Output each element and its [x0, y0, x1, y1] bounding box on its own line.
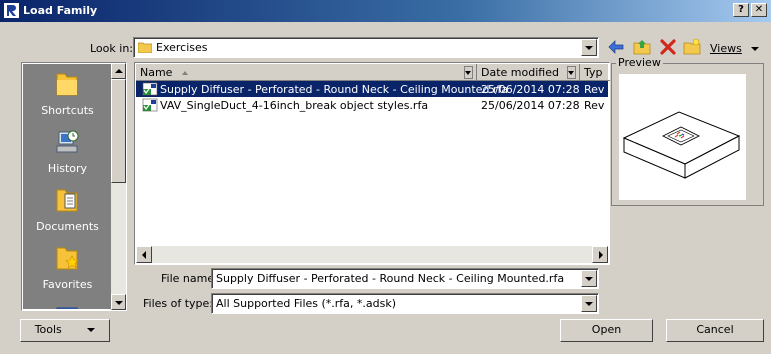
cancel-button[interactable]: Cancel	[666, 319, 764, 342]
revit-family-file-icon	[142, 82, 158, 96]
scroll-thumb[interactable]	[111, 79, 126, 183]
places-bar[interactable]: Shortcuts History Documents Favorites	[21, 62, 127, 311]
title-bar[interactable]	[0, 0, 771, 22]
tools-button[interactable]: Tools	[20, 319, 110, 342]
desktop-icon	[56, 307, 78, 309]
file-name: Supply Diffuser - Perforated - Round Nec…	[160, 83, 509, 96]
window-title: Load Family	[23, 4, 98, 17]
revit-logo-icon	[4, 3, 19, 18]
chevron-down-icon	[751, 47, 760, 51]
scroll-left-button[interactable]	[136, 246, 152, 263]
column-header-name[interactable]: Name	[136, 64, 477, 81]
file-name-dropdown-button[interactable]	[581, 270, 597, 287]
column-header-type[interactable]: Typ	[580, 64, 610, 81]
folder-icon	[56, 73, 78, 96]
look-in-combo[interactable]: Exercises	[133, 37, 599, 58]
new-folder-icon[interactable]	[683, 38, 701, 56]
look-in-value: Exercises	[156, 41, 208, 54]
scroll-right-button[interactable]	[592, 246, 608, 263]
file-name-value: Supply Diffuser - Perforated - Round Nec…	[216, 272, 565, 285]
place-label: Favorites	[42, 278, 93, 291]
file-type-dropdown-button[interactable]	[581, 295, 597, 312]
close-button[interactable]: ✕	[751, 3, 767, 17]
file-date: 25/06/2014 07:28	[481, 83, 580, 96]
file-list[interactable]: Name Date modified Typ Supply Diffuser -…	[134, 62, 610, 265]
file-name: VAV_SingleDuct_4-16inch_break object sty…	[160, 99, 429, 112]
sort-ascending-icon	[181, 71, 188, 75]
preview-image	[619, 74, 746, 200]
column-name-label: Name	[140, 66, 173, 79]
place-history[interactable]: History	[23, 122, 111, 180]
views-label: Views	[710, 42, 742, 55]
file-date: 25/06/2014 07:28	[481, 99, 580, 112]
documents-icon	[56, 189, 78, 212]
tools-label: Tools	[34, 323, 62, 336]
chevron-down-icon	[87, 328, 96, 332]
file-type-label: Files of type:	[143, 297, 214, 310]
place-favorites[interactable]: Favorites	[23, 238, 111, 296]
delete-icon[interactable]	[659, 38, 677, 56]
column-date-filter-button[interactable]	[567, 66, 576, 79]
folder-icon	[138, 42, 152, 53]
scroll-down-button[interactable]	[111, 294, 126, 310]
scroll-up-button[interactable]	[111, 63, 126, 79]
up-one-level-icon[interactable]	[633, 38, 651, 56]
file-row[interactable]: Supply Diffuser - Perforated - Round Nec…	[136, 81, 608, 97]
views-menu[interactable]: Views	[710, 42, 760, 55]
file-type: Rev	[584, 99, 605, 112]
place-label: Shortcuts	[41, 104, 94, 117]
place-label: History	[47, 162, 88, 175]
revit-family-file-icon	[142, 98, 158, 112]
column-header-date[interactable]: Date modified	[477, 64, 580, 81]
look-in-dropdown-button[interactable]	[581, 39, 597, 56]
preview-label: Preview	[616, 56, 663, 69]
file-type-value: All Supported Files (*.rfa, *.adsk)	[216, 297, 397, 310]
column-name-filter-button[interactable]	[464, 66, 473, 79]
column-date-label: Date modified	[481, 66, 559, 79]
help-button[interactable]: ?	[733, 3, 749, 17]
file-list-hscrollbar[interactable]	[136, 246, 608, 263]
file-name-label: File name:	[161, 272, 218, 285]
look-in-label: Look in:	[90, 42, 133, 55]
place-shortcuts[interactable]: Shortcuts	[23, 64, 111, 122]
place-desktop[interactable]	[23, 296, 111, 309]
file-row[interactable]: VAV_SingleDuct_4-16inch_break object sty…	[136, 97, 608, 113]
file-name-combo[interactable]: Supply Diffuser - Perforated - Round Nec…	[211, 268, 599, 289]
place-documents[interactable]: Documents	[23, 180, 111, 238]
file-type-combo[interactable]: All Supported Files (*.rfa, *.adsk)	[211, 293, 599, 314]
back-arrow-icon[interactable]	[607, 38, 625, 56]
places-scrollbar[interactable]	[111, 63, 126, 310]
diffuser-preview-icon	[622, 111, 741, 179]
file-type: Rev	[584, 83, 605, 96]
place-label: Documents	[36, 220, 99, 233]
column-type-label: Typ	[584, 66, 603, 79]
history-icon	[56, 130, 79, 153]
open-button[interactable]: Open	[560, 319, 653, 342]
favorites-icon	[56, 247, 79, 270]
